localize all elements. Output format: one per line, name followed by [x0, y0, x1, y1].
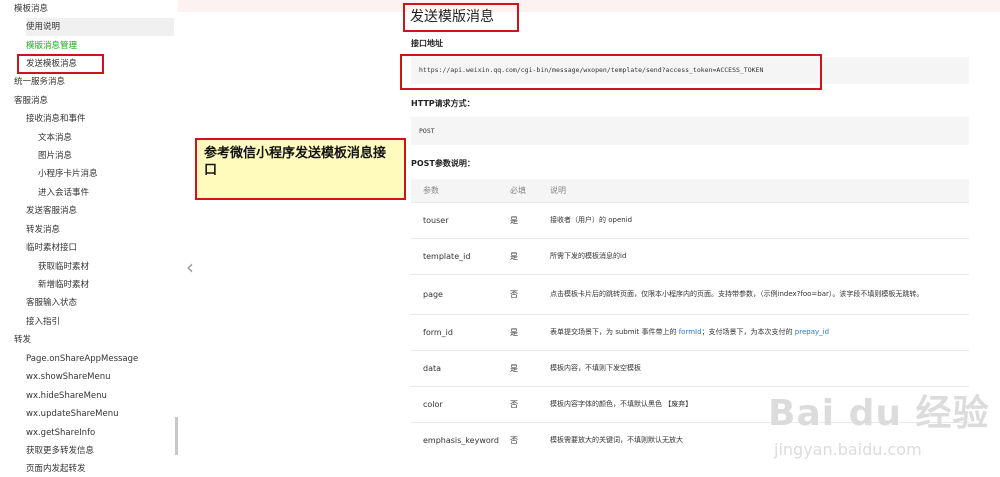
sidebar-item-usage[interactable]: 使用说明	[26, 18, 174, 36]
param-required: 是	[510, 313, 550, 350]
param-required: 是	[510, 349, 550, 386]
watermark-url: jingyan.baidu.com	[774, 440, 922, 459]
method-value: POST	[411, 117, 969, 145]
sidebar-item-template-management[interactable]: 模版消息管理	[26, 37, 174, 55]
sidebar-item-add-temp-media[interactable]: 新增临时素材	[38, 276, 174, 294]
param-desc: 点击模板卡片后的跳转页面，仅限本小程序内的页面。支持带参数，（示例index?f…	[550, 273, 969, 314]
sidebar-item-receive-events[interactable]: 接收消息和事件	[26, 110, 174, 128]
param-name: touser	[411, 201, 510, 238]
sidebar-item-temp-media[interactable]: 临时素材接口	[26, 239, 174, 257]
params-label: POST参数说明：	[411, 159, 475, 168]
param-required: 否	[510, 421, 550, 458]
table-row: touser 是 接收者（用户）的 openid	[411, 201, 969, 238]
sidebar-item-share[interactable]: 转发	[14, 331, 174, 349]
sidebar-item-customer-service[interactable]: 客服消息	[14, 92, 174, 110]
table-header-row: 参数 必填 说明	[411, 179, 969, 202]
param-name: template_id	[411, 237, 510, 274]
endpoint-highlight	[400, 54, 822, 90]
sidebar-item-typing-status[interactable]: 客服输入状态	[26, 294, 174, 312]
baidu-watermark: Bai du 经验 jingyan.baidu.com	[764, 380, 1000, 477]
param-name: emphasis_keyword	[411, 421, 510, 458]
sidebar-item-page-share[interactable]: 页面内发起转发	[26, 460, 174, 477]
endpoint-label: 接口地址	[411, 39, 443, 48]
param-required: 是	[510, 237, 550, 274]
sidebar-item-access-guide[interactable]: 接入指引	[26, 313, 174, 331]
param-desc: 接收者（用户）的 openid	[550, 201, 969, 238]
sidebar-item-send-cs-message[interactable]: 发送客服消息	[26, 202, 174, 220]
table-row: template_id 是 所需下发的模板消息的id	[411, 237, 969, 274]
param-required: 是	[510, 201, 550, 238]
header-desc: 说明	[550, 179, 969, 202]
param-required: 否	[510, 385, 550, 422]
sidebar-item-hide-share-menu[interactable]: wx.hideShareMenu	[26, 387, 174, 405]
param-name: page	[411, 273, 510, 314]
param-required: 否	[510, 273, 550, 314]
sidebar-item-session-event[interactable]: 进入会话事件	[38, 184, 174, 202]
sidebar-item-card-message[interactable]: 小程序卡片消息	[38, 165, 174, 183]
sidebar-item-get-temp-media[interactable]: 获取临时素材	[38, 258, 174, 276]
param-desc-text: 表单提交场景下，为 submit 事件带上的	[550, 328, 679, 336]
formid-link[interactable]: formId	[679, 328, 702, 336]
header-param: 参数	[411, 179, 510, 202]
param-desc: 所需下发的模板消息的id	[550, 237, 969, 274]
param-desc-text: ；支付场景下，为本次支付的	[701, 328, 795, 336]
selected-item-highlight	[17, 54, 104, 74]
sidebar-item-update-share-menu[interactable]: wx.updateShareMenu	[26, 405, 174, 423]
param-name: form_id	[411, 313, 510, 350]
watermark-logo: Bai du 经验	[768, 393, 990, 434]
sidebar-item-get-share-info[interactable]: wx.getShareInfo	[26, 424, 174, 442]
page: 模板消息 使用说明 模版消息管理 发送模板消息 统一服务消息 客服消息 接收消息…	[0, 0, 1000, 477]
prepay-id-link[interactable]: prepay_id	[795, 328, 829, 336]
sidebar-item-text-message[interactable]: 文本消息	[38, 129, 174, 147]
param-desc: 表单提交场景下，为 submit 事件带上的 formId；支付场景下，为本次支…	[550, 313, 969, 350]
header-required: 必填	[510, 179, 550, 202]
method-label: HTTP请求方式：	[411, 99, 475, 108]
table-row: page 否 点击模板卡片后的跳转页面，仅限本小程序内的页面。支持带参数，（示例…	[411, 273, 969, 314]
sidebar-item-more-share-info[interactable]: 获取更多转发信息	[26, 442, 174, 460]
sidebar-item-unified-service[interactable]: 统一服务消息	[14, 73, 174, 91]
title-highlight	[403, 3, 519, 32]
sidebar-item-image-message[interactable]: 图片消息	[38, 147, 174, 165]
sidebar-item-forward-message[interactable]: 转发消息	[26, 221, 174, 239]
sidebar-item-show-share-menu[interactable]: wx.showShareMenu	[26, 368, 174, 386]
sidebar: 模板消息 使用说明 模版消息管理 发送模板消息 统一服务消息 客服消息 接收消息…	[0, 0, 176, 477]
table-row: form_id 是 表单提交场景下，为 submit 事件带上的 formId；…	[411, 313, 969, 350]
chevron-left-icon[interactable]: ‹	[186, 257, 194, 277]
sidebar-item-on-share-app-message[interactable]: Page.onShareAppMessage	[26, 350, 174, 368]
annotation-note: 参考微信小程序发送模板消息接口	[195, 138, 406, 200]
sidebar-item-template-message[interactable]: 模板消息	[14, 0, 174, 18]
top-strip	[178, 0, 1000, 12]
param-name: color	[411, 385, 510, 422]
param-name: data	[411, 349, 510, 386]
sidebar-scrollbar[interactable]	[175, 417, 178, 455]
